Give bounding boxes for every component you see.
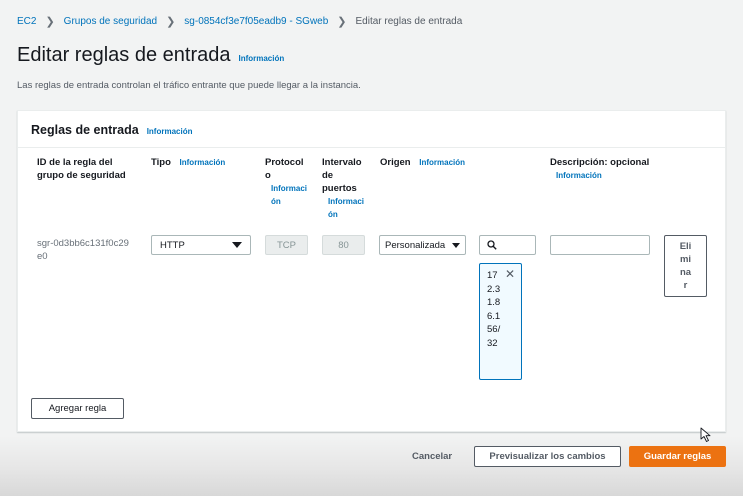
column-header-protocol-label: Protocolo xyxy=(265,157,304,181)
rule-id: sgr-0d3bb6c131f0c29e0 xyxy=(37,238,129,262)
search-icon xyxy=(487,240,497,250)
column-header-type: Tipo Información xyxy=(151,156,251,169)
description-info-link[interactable]: Información xyxy=(556,169,660,182)
column-header-port-range-label: Intervalo de puertos xyxy=(322,157,362,194)
source-search-input[interactable] xyxy=(479,235,536,255)
source-info-link[interactable]: Información xyxy=(419,158,465,167)
column-header-description-label: Descripción: opcional xyxy=(550,157,650,168)
page-title: Editar reglas de entrada xyxy=(17,44,231,66)
column-header-protocol: Protocolo Información xyxy=(265,156,309,208)
cancel-button[interactable]: Cancelar xyxy=(412,451,452,462)
delete-rule-label: Eliminar xyxy=(679,241,692,291)
breadcrumb-security-group[interactable]: sg-0854cf3e7f05eadb9 - SGweb xyxy=(184,16,328,27)
chevron-right-icon: ❯ xyxy=(337,16,347,28)
breadcrumb: EC2 ❯ Grupos de seguridad ❯ sg-0854cf3e7… xyxy=(17,15,462,28)
column-header-type-label: Tipo xyxy=(151,157,171,168)
column-header-rule-id: ID de la regla del grupo de seguridad xyxy=(37,157,126,181)
protocol-info-link[interactable]: Información xyxy=(271,182,309,208)
panel-header: Reglas de entrada Información xyxy=(18,111,725,148)
port-range-info-link[interactable]: Información xyxy=(328,195,368,221)
delete-rule-button[interactable]: Eliminar xyxy=(664,235,707,297)
panel-info-link[interactable]: Información xyxy=(147,127,193,136)
caret-down-icon xyxy=(452,242,460,248)
type-select[interactable]: HTTP xyxy=(151,235,251,255)
breadcrumb-security-groups[interactable]: Grupos de seguridad xyxy=(64,16,157,27)
breadcrumb-current: Editar reglas de entrada xyxy=(355,16,463,27)
description-input[interactable] xyxy=(550,235,650,255)
close-icon[interactable]: ✕ xyxy=(505,267,515,281)
chevron-right-icon: ❯ xyxy=(45,16,55,28)
caret-down-icon xyxy=(232,242,242,248)
save-rules-button[interactable]: Guardar reglas xyxy=(629,446,726,467)
mouse-cursor-icon xyxy=(700,427,711,442)
add-rule-button[interactable]: Agregar regla xyxy=(31,398,124,419)
page-header: Editar reglas de entrada Información xyxy=(17,44,284,67)
chevron-right-icon: ❯ xyxy=(166,16,176,28)
page-info-link[interactable]: Información xyxy=(238,54,284,63)
column-header-description: Descripción: opcional Información xyxy=(550,156,660,182)
source-select[interactable]: Personalizada xyxy=(379,235,466,255)
protocol-field: TCP xyxy=(265,235,308,255)
type-info-link[interactable]: Información xyxy=(180,158,226,167)
source-select-value: Personalizada xyxy=(385,239,446,251)
column-header-source: Origen Información xyxy=(380,156,490,169)
inbound-rules-panel: Reglas de entrada Información ID de la r… xyxy=(17,110,726,432)
breadcrumb-ec2[interactable]: EC2 xyxy=(17,16,36,27)
port-range-field: 80 xyxy=(322,235,365,255)
column-header-port-range: Intervalo de puertos Información xyxy=(322,156,368,221)
type-select-value: HTTP xyxy=(160,239,185,251)
panel-title: Reglas de entrada xyxy=(31,123,139,137)
source-token-label: 172.31.86.156/32 xyxy=(487,270,501,349)
page-description: Las reglas de entrada controlan el tráfi… xyxy=(17,80,361,91)
source-token: 172.31.86.156/32 ✕ xyxy=(479,263,522,380)
column-header-source-label: Origen xyxy=(380,157,411,168)
preview-changes-button[interactable]: Previsualizar los cambios xyxy=(474,446,621,467)
